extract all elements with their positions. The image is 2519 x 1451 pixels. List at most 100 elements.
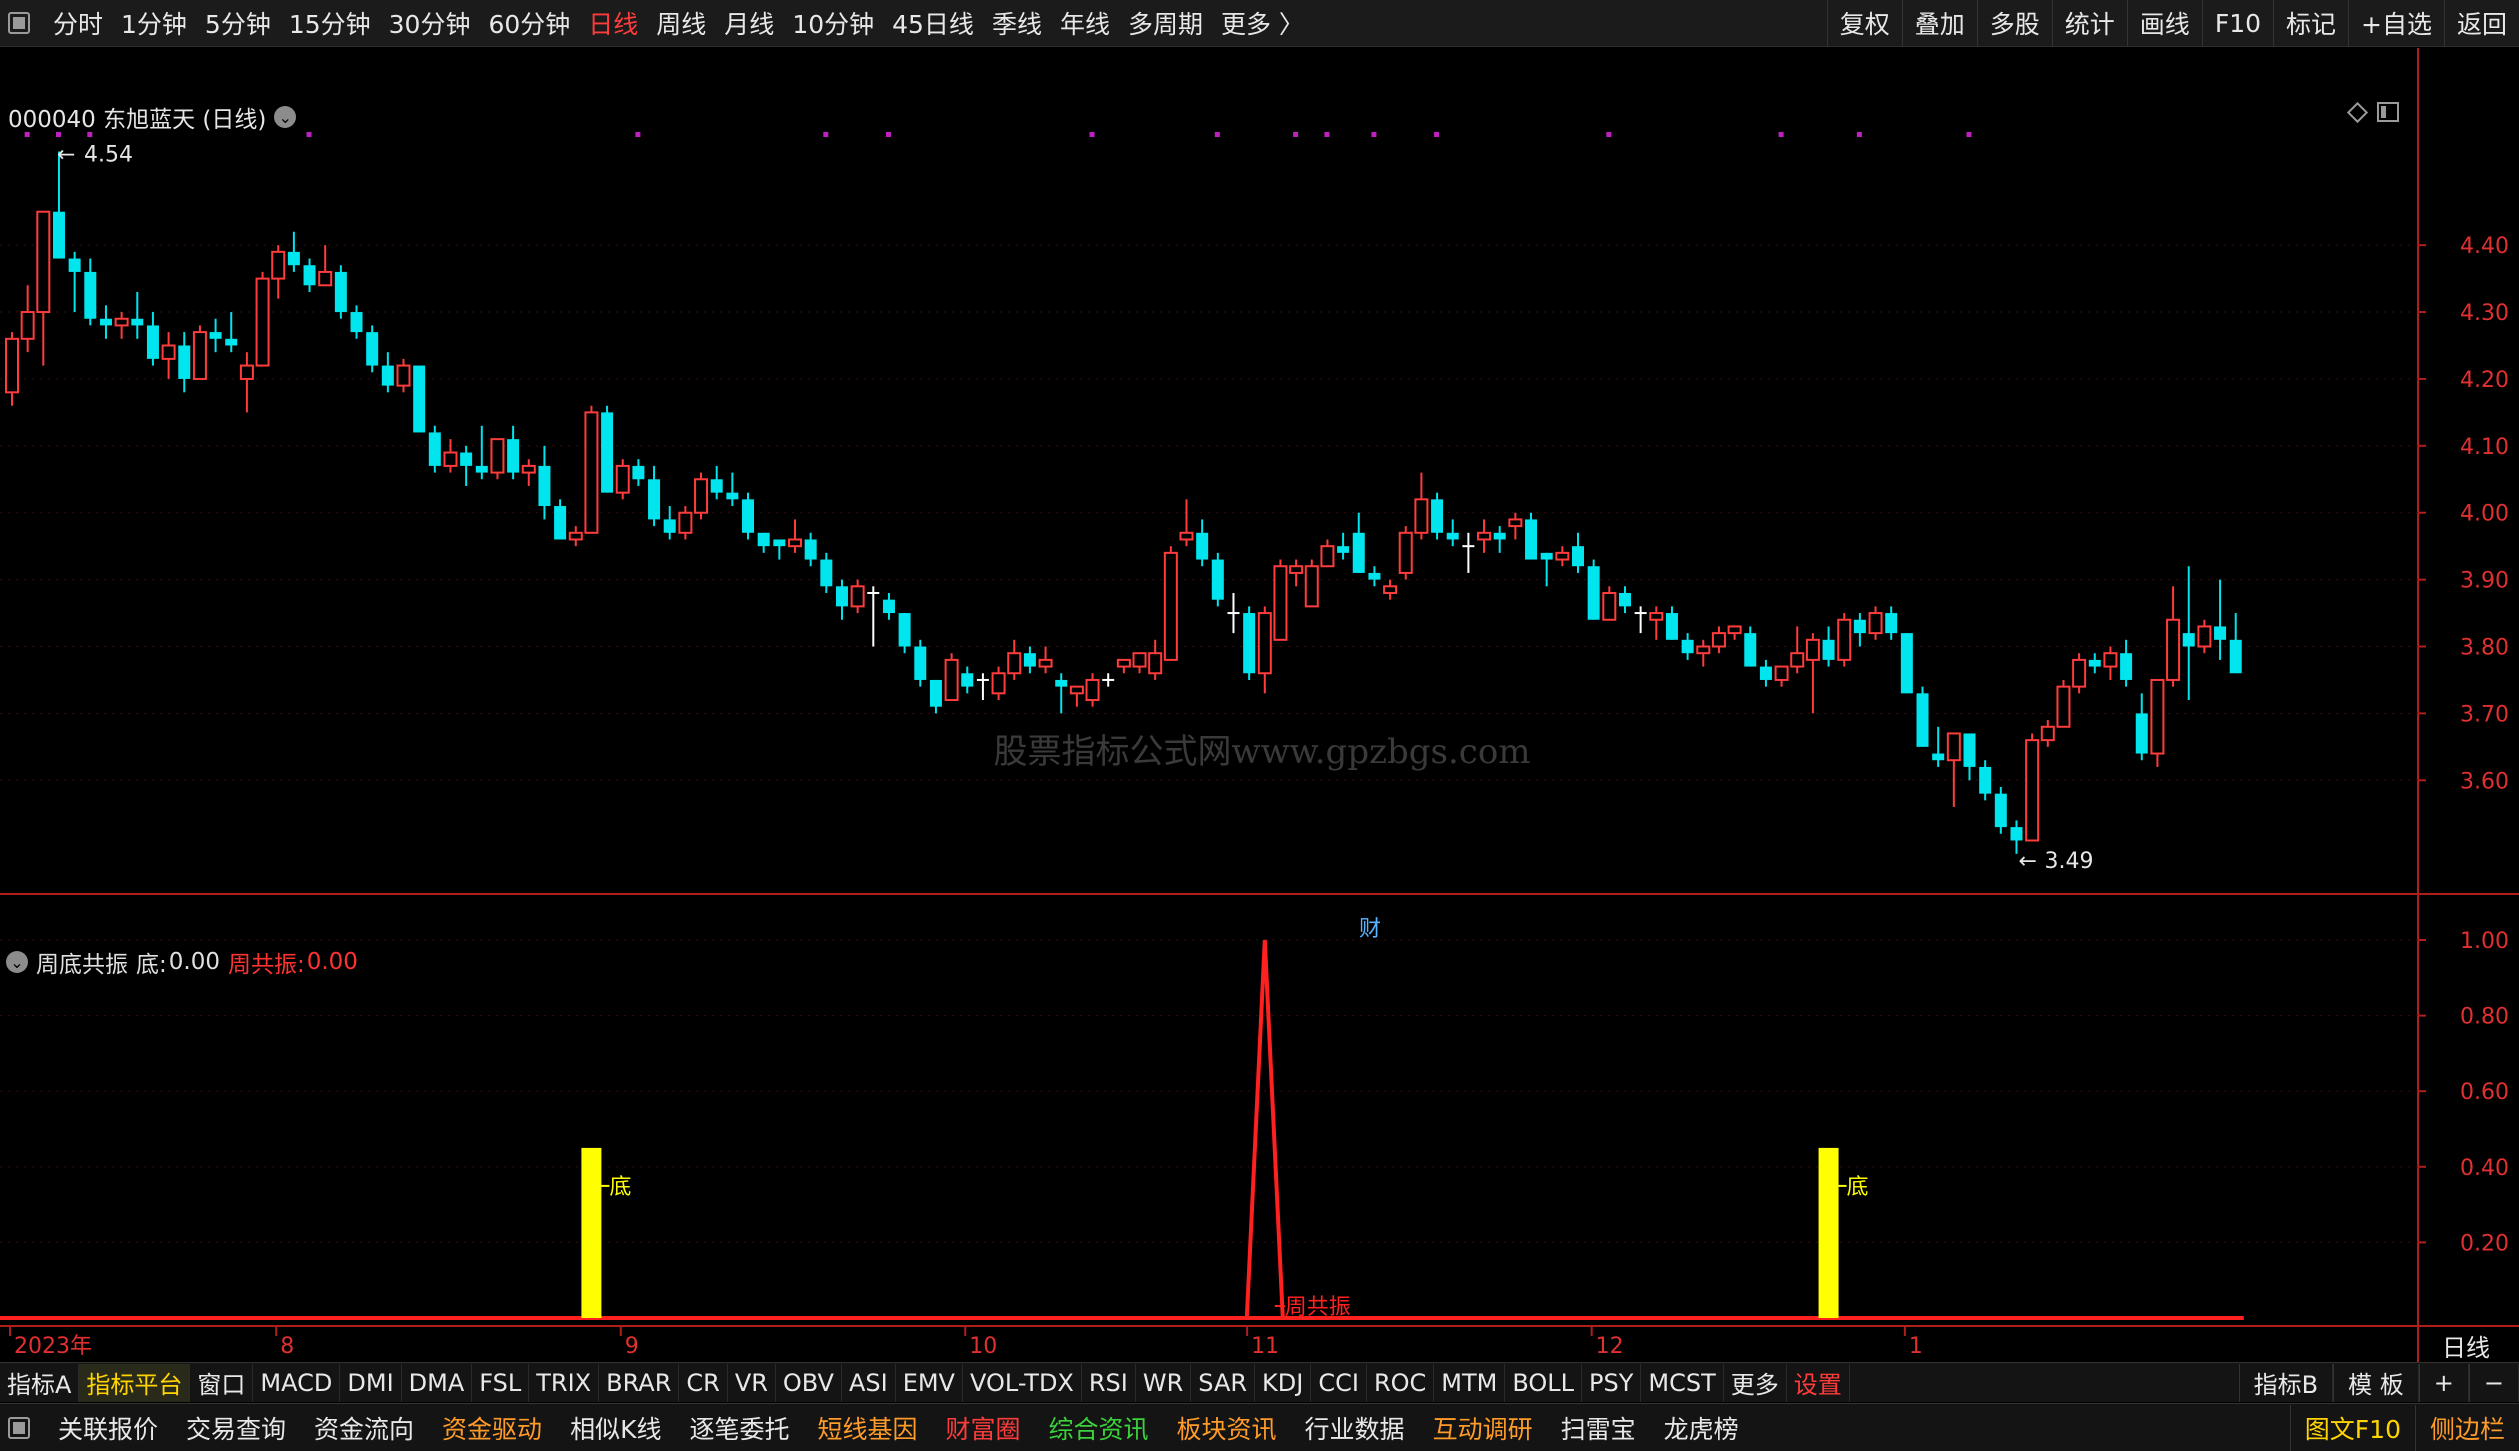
indicator-tab[interactable]: OBV [776, 1363, 842, 1402]
period-tab[interactable]: 年线 [1051, 0, 1119, 47]
bottom-function-button[interactable]: 财富圈 [932, 1405, 1035, 1451]
bottom-function-button[interactable]: 行业数据 [1291, 1405, 1419, 1451]
bottom-function-button[interactable]: 综合资讯 [1035, 1405, 1163, 1451]
indicator-tab[interactable]: MCST [1641, 1363, 1724, 1402]
toolbar-button[interactable]: 画线 [2126, 0, 2202, 47]
indicator-tab[interactable]: EMV [896, 1363, 963, 1402]
period-tab[interactable]: 季线 [983, 0, 1051, 47]
candle-body [1243, 613, 1256, 674]
chevron-down-icon[interactable]: ⌄ [6, 951, 28, 973]
indicator-tab[interactable]: FSL [472, 1363, 530, 1402]
indicator-tab[interactable]: 更多 [1724, 1363, 1787, 1402]
candle-body [1885, 613, 1898, 634]
indicator-tab[interactable]: VOL-TDX [963, 1363, 1082, 1402]
indicator-right-button[interactable]: 模 板 [2333, 1363, 2419, 1402]
indicator-tab[interactable]: PSY [1582, 1363, 1642, 1402]
indicator-tab[interactable]: 指标平台 [79, 1363, 191, 1402]
indicator-tab[interactable]: WR [1136, 1363, 1192, 1402]
bottom-function-button[interactable]: 逐笔委托 [675, 1405, 803, 1451]
period-tab[interactable]: 分时 [44, 0, 112, 47]
bottom-function-button[interactable]: 关联报价 [44, 1405, 172, 1451]
indicator-tab[interactable]: BRAR [599, 1363, 680, 1402]
bottom-function-button[interactable]: 资金驱动 [428, 1405, 556, 1451]
toolbar-button[interactable]: +自选 [2348, 0, 2444, 47]
bottom-function-button[interactable]: 扫雷宝 [1547, 1405, 1650, 1451]
indicator-right-button[interactable]: − [2468, 1363, 2519, 1402]
indicator-tab[interactable]: DMI [340, 1363, 402, 1402]
candle-body [131, 318, 144, 326]
indicator-tab[interactable]: RSI [1082, 1363, 1136, 1402]
menu-toggle-icon[interactable] [8, 12, 30, 34]
period-tab[interactable]: 更多 〉 [1212, 0, 1313, 47]
bottom-right-button[interactable]: 图文F10 [2289, 1404, 2415, 1451]
period-tab[interactable]: 月线 [715, 0, 783, 47]
indicator-tab[interactable]: ASI [842, 1363, 896, 1402]
candle-body [1398, 531, 1413, 574]
period-tab[interactable]: 周线 [647, 0, 715, 47]
indicator-right-button[interactable]: 指标B [2238, 1363, 2334, 1402]
indicator-tab[interactable]: 窗口 [190, 1363, 254, 1402]
zgz-label: 周共振: [227, 952, 305, 978]
bottom-function-button[interactable]: 板块资讯 [1163, 1405, 1291, 1451]
indicator-tab[interactable]: MTM [1434, 1363, 1506, 1402]
toolbar-button[interactable]: 标记 [2273, 0, 2348, 47]
candle-body [1618, 592, 1631, 607]
menu-toggle-icon[interactable] [8, 1416, 30, 1439]
bottom-function-button[interactable]: 资金流向 [300, 1405, 428, 1451]
period-tab[interactable]: 15分钟 [280, 0, 380, 47]
panel-toggle-icon[interactable] [2377, 102, 2399, 122]
signal-dot [1089, 132, 1095, 137]
period-tab[interactable]: 多周期 [1119, 0, 1212, 47]
candle-body [334, 271, 347, 313]
indicator-right-button[interactable]: + [2418, 1363, 2469, 1402]
indicator-tab[interactable]: VR [728, 1363, 776, 1402]
bottom-function-button[interactable]: 短线基因 [803, 1405, 931, 1451]
candle-body [1946, 732, 1961, 762]
toolbar-button[interactable]: F10 [2201, 0, 2273, 47]
period-tab[interactable]: 1分钟 [112, 0, 196, 47]
toolbar-button[interactable]: 返回 [2443, 0, 2519, 47]
toolbar-button[interactable]: 统计 [2051, 0, 2127, 47]
bottom-function-button[interactable]: 龙虎榜 [1650, 1405, 1753, 1451]
bottom-function-button[interactable]: 相似K线 [556, 1405, 675, 1451]
low-price-label: 3.49 [2044, 849, 2093, 874]
period-tab[interactable]: 日线 [579, 0, 647, 47]
bottom-function-button[interactable]: 互动调研 [1419, 1405, 1547, 1451]
indicator-tab[interactable]: CCI [1311, 1363, 1367, 1402]
candle-body [1602, 591, 1617, 621]
toolbar-button[interactable]: 复权 [1826, 0, 1902, 47]
candle-body [2197, 625, 2212, 648]
kline-chart[interactable]: 股票指标公式网www.gpzbgs.com 4.40 4.30 4.20 4.10 4.0… [0, 48, 2519, 1362]
time-label: 10 [969, 1334, 997, 1359]
indicator-tab[interactable]: DMA [402, 1363, 473, 1402]
bottom-function-button[interactable]: 交易查询 [172, 1405, 300, 1451]
period-tab[interactable]: 45日线 [883, 0, 983, 47]
candle-body [788, 538, 802, 548]
chart-area[interactable]: 股票指标公式网www.gpzbgs.com 4.40 4.30 4.20 4.10 4.0… [0, 48, 2519, 1362]
period-tab[interactable]: 60分钟 [479, 0, 579, 47]
bottom-right-button[interactable]: 侧边栏 [2414, 1404, 2519, 1451]
price-label: 4.30 [2460, 301, 2509, 326]
candle-body [663, 519, 676, 533]
period-tab[interactable]: 30分钟 [380, 0, 480, 47]
indicator-tab[interactable]: 设置 [1787, 1363, 1850, 1402]
indicator-tab[interactable]: 指标A [0, 1363, 80, 1402]
indicator-tab[interactable]: CR [679, 1363, 728, 1402]
diamond-icon[interactable] [2346, 101, 2369, 123]
indicator-tab[interactable]: TRIX [529, 1363, 600, 1402]
toolbar-button[interactable]: 多股 [1976, 0, 2052, 47]
indicator-tab[interactable]: BOLL [1505, 1363, 1583, 1402]
toolbar-button[interactable]: 叠加 [1901, 0, 1977, 47]
period-tab[interactable]: 5分钟 [196, 0, 280, 47]
indicator-tab[interactable]: ROC [1367, 1363, 1435, 1402]
indicator-tab[interactable]: KDJ [1255, 1363, 1312, 1402]
candle-body [1116, 658, 1131, 668]
candle-body [1508, 518, 1523, 528]
chevron-down-icon[interactable]: ⌄ [274, 106, 297, 128]
indicator-tab[interactable]: MACD [253, 1363, 341, 1402]
period-tab[interactable]: 10分钟 [783, 0, 883, 47]
candle-body [615, 464, 630, 494]
candle-body [1665, 613, 1678, 640]
di-value: 0.00 [168, 949, 220, 975]
indicator-tab[interactable]: SAR [1191, 1363, 1256, 1402]
